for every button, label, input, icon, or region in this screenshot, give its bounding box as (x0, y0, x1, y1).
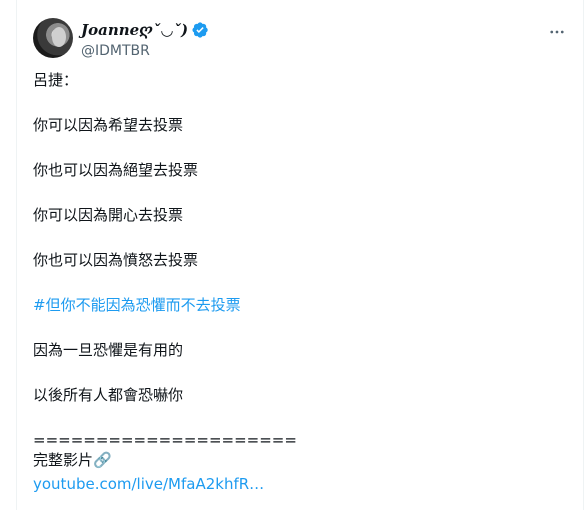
video-label-row: 完整影片🔗 (33, 450, 573, 470)
verified-badge-icon[interactable] (191, 21, 209, 39)
avatar[interactable] (33, 18, 73, 58)
tweet-card: 𝑱𝒐𝒂𝒏𝒏𝒆ღˇ◡ˇ) @IDMTBR 呂捷： 你可以因為希望去投票 你也可以因… (16, 0, 584, 510)
tweet-line: 你可以因為希望去投票 (33, 116, 184, 134)
tweet-line: 因為一旦恐懼是有用的 (33, 341, 184, 359)
youtube-link[interactable]: youtube.com/live/MfaA2khfR… (33, 475, 264, 493)
tweet-body: 呂捷： 你可以因為希望去投票 你也可以因為絕望去投票 你可以因為開心去投票 你也… (33, 70, 573, 494)
author-info: 𝑱𝒐𝒂𝒏𝒏𝒆ღˇ◡ˇ) @IDMTBR (81, 20, 209, 60)
tweet-line: 你也可以因為絕望去投票 (33, 161, 199, 179)
author-handle[interactable]: @IDMTBR (81, 42, 209, 60)
tweet-line: 呂捷： (33, 71, 79, 89)
link-chain-icon: 🔗 (93, 451, 112, 469)
tweet-line: 以後所有人都會恐嚇你 (33, 386, 184, 404)
more-options-icon[interactable] (545, 20, 569, 44)
tweet-line: 你可以因為開心去投票 (33, 206, 184, 224)
divider-text: ===================== (33, 431, 297, 449)
hashtag-link[interactable]: #但你不能因為恐懼而不去投票 (33, 296, 241, 314)
tweet-line: 你也可以因為憤怒去投票 (33, 251, 199, 269)
author-display-name[interactable]: 𝑱𝒐𝒂𝒏𝒏𝒆ღˇ◡ˇ) (81, 21, 188, 39)
tweet-header: 𝑱𝒐𝒂𝒏𝒏𝒆ღˇ◡ˇ) @IDMTBR (17, 14, 584, 62)
video-label: 完整影片 (33, 451, 94, 469)
